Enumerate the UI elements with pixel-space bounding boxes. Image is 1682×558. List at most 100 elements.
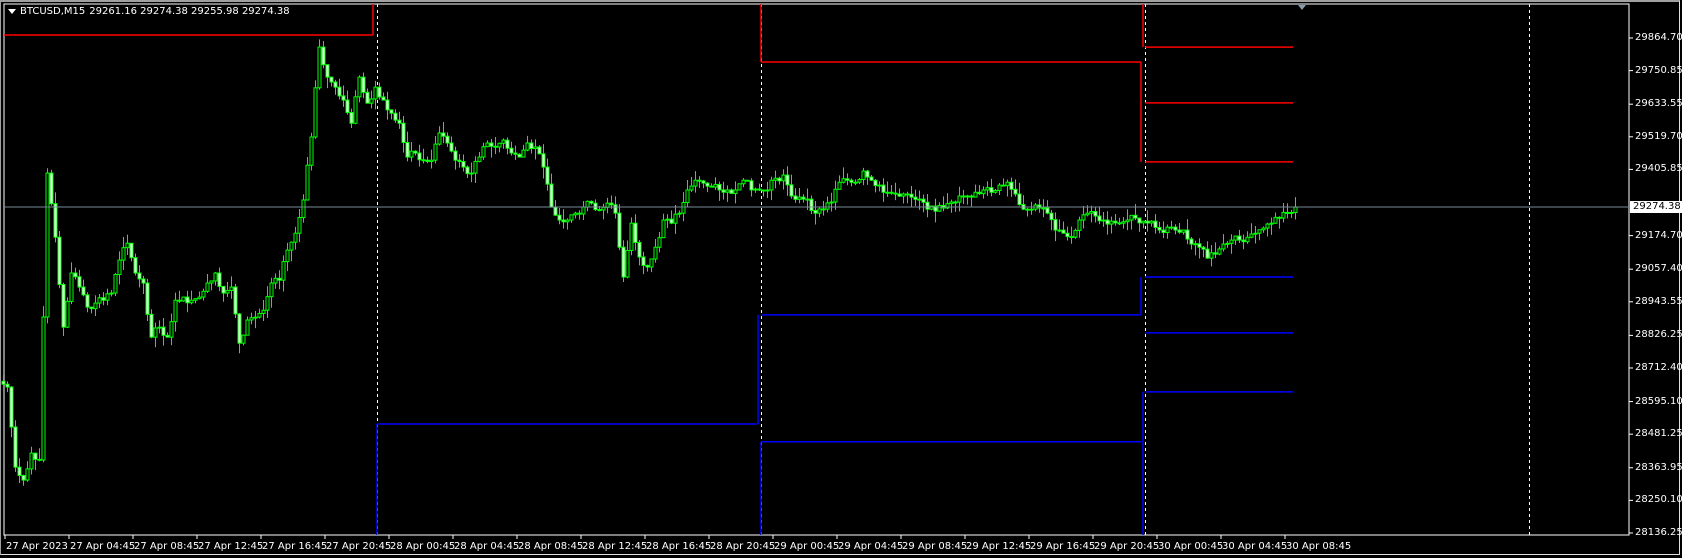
candle xyxy=(69,262,74,305)
candle xyxy=(661,213,666,239)
candle xyxy=(617,204,622,251)
candle-body xyxy=(13,426,18,468)
candle xyxy=(169,313,174,346)
candle-body xyxy=(1201,246,1206,250)
candle-body xyxy=(53,203,58,238)
candle-body xyxy=(225,289,230,294)
chart-canvas[interactable] xyxy=(0,0,1682,558)
dropdown-triangle-icon[interactable] xyxy=(8,9,16,14)
candle xyxy=(817,206,822,218)
candle xyxy=(1165,224,1170,239)
candle xyxy=(837,175,842,190)
candle-body xyxy=(1189,238,1194,245)
candle xyxy=(477,151,482,163)
candle-body xyxy=(885,191,890,194)
candle-body xyxy=(741,179,746,185)
candle-body xyxy=(1057,229,1062,232)
candle-body xyxy=(201,290,206,298)
candle-body xyxy=(21,474,26,481)
candle-body xyxy=(845,178,850,181)
candle-body xyxy=(1117,222,1122,225)
candle-body xyxy=(1185,229,1190,240)
candle xyxy=(725,185,730,202)
candle-body xyxy=(681,202,686,214)
candle-body xyxy=(693,179,698,187)
candle-body xyxy=(125,242,130,249)
candle-body xyxy=(993,189,998,193)
candle-body xyxy=(721,189,726,193)
candle-body xyxy=(357,76,362,98)
candle-body xyxy=(425,159,430,162)
candle-body xyxy=(229,286,234,291)
candle-body xyxy=(1065,232,1070,238)
candle-body xyxy=(369,98,374,104)
candle-body xyxy=(1205,248,1210,259)
candle-body xyxy=(153,327,158,338)
candle-body xyxy=(577,212,582,215)
candle-body xyxy=(593,202,598,211)
candle xyxy=(1273,212,1278,224)
candle-body xyxy=(537,146,542,155)
price-tick-label: 29057.40 xyxy=(1635,263,1682,275)
candle-body xyxy=(725,189,730,193)
candle xyxy=(873,179,878,193)
candle xyxy=(821,200,826,216)
candle-body xyxy=(333,81,338,88)
candle-body xyxy=(397,119,402,124)
candle xyxy=(1173,224,1178,235)
candle-body xyxy=(517,153,522,158)
candle-body xyxy=(233,286,238,315)
candle xyxy=(1249,223,1254,239)
candle xyxy=(973,184,978,198)
candle xyxy=(409,142,414,162)
candle xyxy=(1025,207,1030,217)
candle xyxy=(21,474,26,486)
candle xyxy=(1125,209,1130,231)
candle xyxy=(985,181,990,196)
candle xyxy=(189,290,194,305)
candle xyxy=(993,189,998,194)
candle xyxy=(105,288,110,306)
candle-body xyxy=(1257,229,1262,234)
candle-body xyxy=(909,193,914,198)
time-tick-label: 27 Apr 12:45 xyxy=(198,541,264,552)
candle-body xyxy=(277,277,282,281)
candle xyxy=(137,265,142,288)
candle-body xyxy=(805,198,810,201)
candle-body xyxy=(469,172,474,175)
candle-body xyxy=(213,272,218,282)
candle xyxy=(45,168,50,324)
candle-body xyxy=(793,195,798,200)
candle xyxy=(85,292,90,313)
candle xyxy=(1113,214,1118,226)
candle-body xyxy=(417,152,422,161)
price-tick-label: 28363.95 xyxy=(1635,461,1682,473)
candle xyxy=(117,251,122,285)
candle xyxy=(881,178,886,202)
candle xyxy=(757,183,762,192)
candle-body xyxy=(273,277,278,284)
candle xyxy=(97,294,102,309)
time-tick-label: 30 Apr 00:45 xyxy=(1158,541,1224,552)
candle-body xyxy=(1285,211,1290,214)
candle-body xyxy=(1037,204,1042,209)
candle-body xyxy=(29,452,34,470)
time-tick-label: 27 Apr 20:45 xyxy=(326,541,392,552)
candle-body xyxy=(545,166,550,185)
candle-body xyxy=(285,249,290,263)
candle-body xyxy=(445,135,450,144)
candle xyxy=(537,145,542,155)
candle-body xyxy=(405,141,410,158)
candle xyxy=(441,121,446,144)
candle-body xyxy=(297,217,302,234)
candle xyxy=(1017,182,1022,206)
candle-body xyxy=(329,76,334,83)
ohlc-values: 29261.16 29274.38 29255.98 29274.38 xyxy=(89,6,290,17)
candle xyxy=(797,188,802,204)
candle xyxy=(29,446,34,475)
candle xyxy=(549,173,554,208)
candle xyxy=(405,131,410,162)
candle-body xyxy=(309,136,314,166)
candle xyxy=(237,313,242,354)
candle-body xyxy=(629,222,634,251)
